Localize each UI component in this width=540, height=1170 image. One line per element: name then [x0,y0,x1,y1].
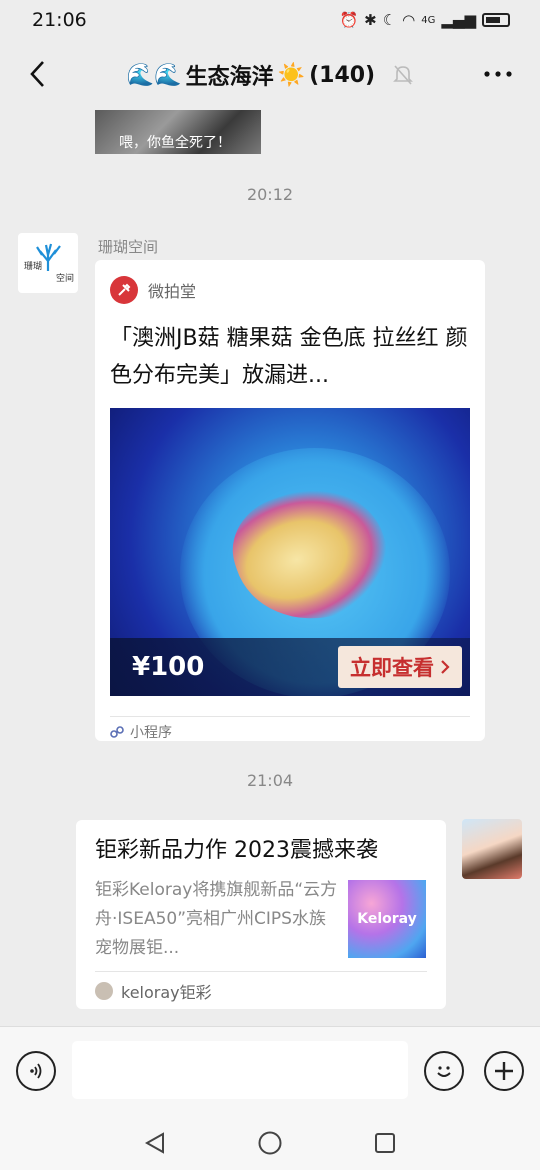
avatar[interactable]: 珊瑚 空间 [18,233,78,293]
more-dots-icon [484,71,512,77]
timestamp: 20:12 [246,185,294,204]
chevron-left-icon [30,61,44,87]
alarm-icon: ⏰ [339,11,359,29]
view-now-button[interactable]: 立即查看 [338,646,462,688]
group-name: 生态海洋 [185,65,274,90]
chat-title: 🌊🌊 生态海洋 ☀️ (140) [126,59,414,91]
coral-logo-icon: 珊瑚 空间 [24,243,74,284]
wave-emoji-icon: 🌊🌊 [126,62,182,88]
sun-emoji-icon: ☀️ [277,62,306,88]
more-actions-button[interactable] [484,1051,524,1091]
more-button[interactable] [478,56,518,92]
my-avatar[interactable] [462,819,522,879]
nav-recents-button[interactable] [370,1128,400,1158]
wifi-icon: ◠ [402,11,416,29]
timestamp: 21:04 [246,771,294,790]
mute-bell-icon [393,65,414,85]
triangle-back-icon [144,1132,164,1154]
view-now-label: 立即查看 [350,656,434,680]
article-footer: keloray钜彩 [95,971,427,1009]
square-recents-icon [375,1133,395,1153]
avatar-label-2: 空间 [56,272,74,284]
smiley-icon [437,1066,451,1077]
article-thumbnail: Keloray [348,880,426,958]
signal-icon: ▂▄▆ [441,11,476,29]
moon-icon: ☾ [382,11,397,29]
sender-name: 珊瑚空间 [98,238,159,256]
mini-program-label: 小程序 [130,724,172,741]
status-icons: ⏰ ✱ ☾ ◠ 4G ▂▄▆ [339,11,510,29]
article-title: 钜彩新品力作 2023震撼来袭 [95,838,378,863]
voice-button[interactable] [16,1051,56,1091]
mini-program-card[interactable]: 微拍堂 「澳洲JB菇 糖果菇 金色底 拉丝红 颜色分布完美」放漏进... ¥10… [95,260,485,741]
image-caption: 喂，你鱼全死了！ [119,135,231,151]
system-nav-bar [0,1112,540,1170]
mini-program-footer: 小程序 [110,716,470,746]
product-image: ¥100 立即查看 [110,408,470,696]
emoji-button[interactable] [424,1051,464,1091]
article-card[interactable]: 钜彩新品力作 2023震撼来袭 钜彩Keloray将携旗舰新品“云方舟·ISEA… [76,820,446,1009]
price: ¥100 [132,652,205,682]
nav-home-button[interactable] [255,1128,285,1158]
mini-program-source: 微拍堂 [110,260,470,320]
status-bar: 21:06 ⏰ ✱ ☾ ◠ 4G ▂▄▆ [0,0,540,40]
battery-icon [482,13,510,27]
nav-back-button[interactable] [140,1128,170,1158]
chat-header: 🌊🌊 生态海洋 ☀️ (140) [0,44,540,106]
plus-icon [495,1062,513,1080]
voice-icon [30,1063,42,1079]
weipaitang-logo-icon [110,276,138,304]
avatar-label-1: 珊瑚 [24,261,42,272]
input-bar [0,1026,540,1112]
chat-area[interactable]: 喂，你鱼全死了！ 20:12 珊瑚 空间 珊瑚空间 微拍堂 「澳洲JB菇 糖果菇… [0,106,540,1026]
bluetooth-icon: ✱ [364,11,377,29]
back-button[interactable] [18,54,58,94]
article-description: 钜彩Keloray将携旗舰新品“云方舟·ISEA50”亮相广州CIPS水族宠物展… [95,880,338,958]
article-source: keloray钜彩 [121,982,212,1002]
partial-image-message[interactable]: 喂，你鱼全死了！ [95,110,261,154]
message-input[interactable] [72,1041,408,1099]
article-body: 钜彩Keloray将携旗舰新品“云方舟·ISEA50”亮相广州CIPS水族宠物展… [95,876,427,963]
circle-home-icon [258,1131,282,1155]
chevron-right-icon [441,660,450,674]
article-thumbnail-text: Keloray [357,911,417,927]
price-bar: ¥100 立即查看 [110,638,470,696]
mini-program-link-icon [110,725,124,738]
source-avatar [95,981,113,1000]
network-label: 4G [421,14,436,26]
member-count: (140) [309,62,376,88]
status-time: 21:06 [32,9,87,31]
mini-program-source-name: 微拍堂 [148,282,197,301]
mini-program-title: 「澳洲JB菇 糖果菇 金色底 拉丝红 颜色分布完美」放漏进... [110,326,468,388]
